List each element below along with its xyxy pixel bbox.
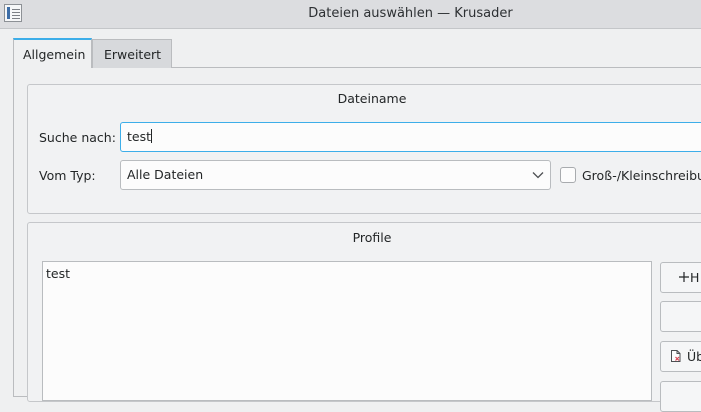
document-overwrite-icon (671, 350, 681, 362)
type-label: Vom Typ: (39, 168, 96, 183)
window-titlebar[interactable]: Dateien auswählen — Krusader (0, 0, 701, 29)
tab-erweitert-label: Erweitert (104, 47, 162, 62)
profile-list-item[interactable]: test (46, 266, 70, 281)
overwrite-profile-button[interactable]: Üb (660, 341, 701, 372)
file-type-value: Alle Dateien (127, 167, 204, 182)
search-label: Suche nach: (39, 130, 116, 145)
search-input-value: test (127, 129, 152, 144)
add-profile-button[interactable]: H (660, 262, 701, 293)
plus-icon (679, 272, 689, 282)
file-type-select[interactable]: Alle Dateien (120, 160, 551, 190)
profile-list[interactable]: test (42, 261, 652, 401)
profile-action-button[interactable] (660, 301, 701, 332)
case-sensitive-checkbox[interactable] (560, 167, 576, 183)
chevron-down-icon (532, 172, 544, 179)
text-cursor (151, 129, 153, 143)
window-title: Dateien auswählen — Krusader (308, 6, 513, 21)
dateiname-group-title: Dateiname (337, 91, 407, 106)
case-sensitive-label[interactable]: Groß-/Kleinschreibu (582, 168, 701, 183)
search-input[interactable]: test (120, 122, 701, 152)
profile-group-title: Profile (352, 230, 392, 245)
tab-allgemein-label: Allgemein (23, 47, 86, 62)
tab-erweitert[interactable]: Erweitert (92, 39, 172, 68)
overwrite-profile-label: Üb (687, 349, 701, 364)
tab-allgemein[interactable]: Allgemein (13, 38, 92, 68)
add-profile-label: H (690, 270, 700, 285)
